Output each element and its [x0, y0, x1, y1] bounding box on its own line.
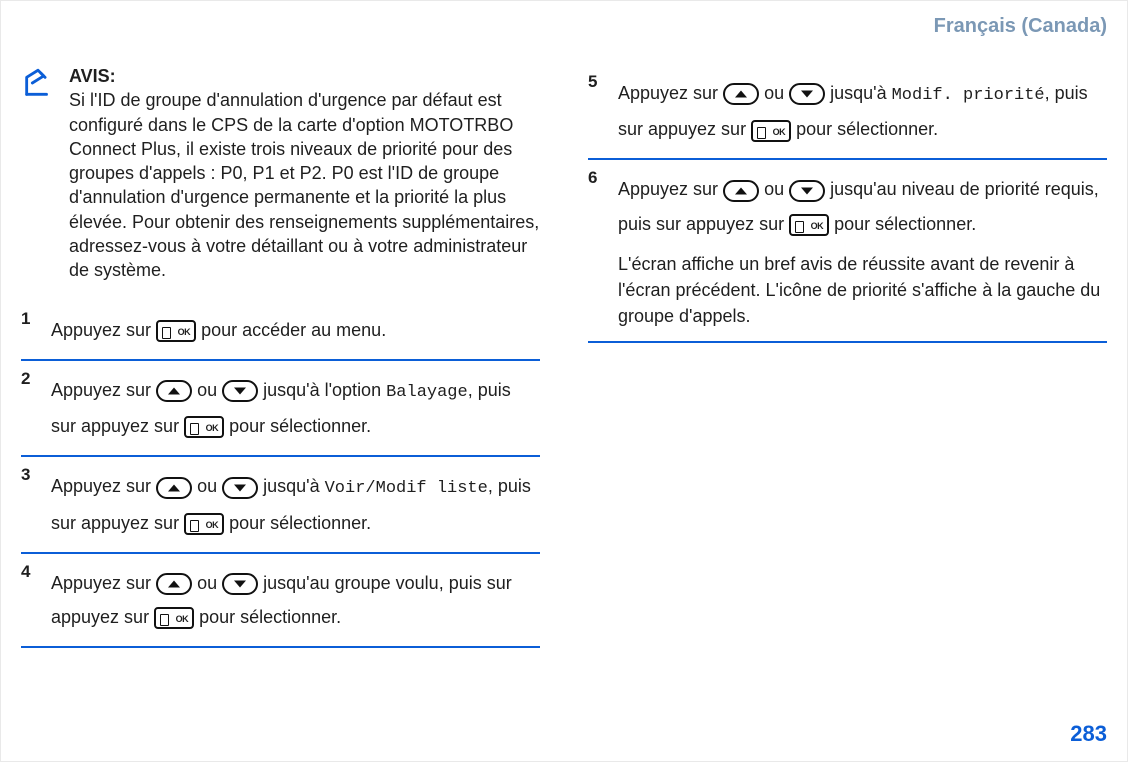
step-text: jusqu'à l'option [263, 380, 386, 400]
notice-body: AVIS: Si l'ID de groupe d'annulation d'u… [69, 64, 540, 283]
step-text: Appuyez sur [618, 179, 723, 199]
step-2: Appuyez sur ou jusqu'à l'option Balayage… [21, 361, 540, 457]
header-locale: Français (Canada) [21, 11, 1107, 52]
arrow-down-icon [789, 180, 825, 202]
menu-option-code: Voir/Modif liste [325, 479, 488, 498]
step-text: jusqu'à [830, 83, 891, 103]
step-text: Appuyez sur [51, 380, 156, 400]
step-text: Appuyez sur [51, 476, 156, 496]
menu-option-code: Balayage [386, 383, 468, 402]
ok-button-icon: OK [156, 320, 196, 342]
menu-option-code: Modif. priorité [892, 86, 1045, 105]
step-text: pour sélectionner. [834, 214, 976, 234]
ok-button-icon: OK [184, 416, 224, 438]
notice-title: AVIS: [69, 66, 116, 86]
arrow-down-icon [789, 83, 825, 105]
edit-note-icon [21, 66, 55, 283]
step-text: ou [764, 179, 789, 199]
ok-button-icon: OK [154, 607, 194, 629]
step-result-text: L'écran affiche un bref avis de réussite… [618, 251, 1107, 329]
step-text: ou [764, 83, 789, 103]
column-right: Appuyez sur ou jusqu'à Modif. priorité, … [588, 64, 1107, 648]
step-text: pour sélectionner. [796, 119, 938, 139]
step-text: pour accéder au menu. [201, 320, 386, 340]
arrow-down-icon [222, 477, 258, 499]
steps-list-left: Appuyez sur OK pour accéder au menu. App… [21, 301, 540, 649]
arrow-up-icon [723, 180, 759, 202]
step-6: Appuyez sur ou jusqu'au niveau de priori… [588, 160, 1107, 343]
two-column-layout: AVIS: Si l'ID de groupe d'annulation d'u… [21, 64, 1107, 648]
notice-text: Si l'ID de groupe d'annulation d'urgence… [69, 90, 539, 280]
arrow-up-icon [156, 380, 192, 402]
arrow-up-icon [723, 83, 759, 105]
step-text: ou [197, 380, 222, 400]
ok-button-icon: OK [789, 214, 829, 236]
step-text: pour sélectionner. [199, 607, 341, 627]
column-left: AVIS: Si l'ID de groupe d'annulation d'u… [21, 64, 540, 648]
step-4: Appuyez sur ou jusqu'au groupe voulu, pu… [21, 554, 540, 648]
step-text: Appuyez sur [51, 573, 156, 593]
step-text: ou [197, 476, 222, 496]
arrow-up-icon [156, 477, 192, 499]
ok-button-icon: OK [751, 120, 791, 142]
step-5: Appuyez sur ou jusqu'à Modif. priorité, … [588, 64, 1107, 160]
steps-list-right: Appuyez sur ou jusqu'à Modif. priorité, … [588, 64, 1107, 343]
step-text: jusqu'à [263, 476, 324, 496]
arrow-down-icon [222, 573, 258, 595]
arrow-up-icon [156, 573, 192, 595]
step-text: Appuyez sur [618, 83, 723, 103]
step-3: Appuyez sur ou jusqu'à Voir/Modif liste,… [21, 457, 540, 553]
step-1: Appuyez sur OK pour accéder au menu. [21, 301, 540, 361]
step-text: pour sélectionner. [229, 416, 371, 436]
arrow-down-icon [222, 380, 258, 402]
document-page: Français (Canada) AVIS: Si l'ID de group… [0, 0, 1128, 762]
step-text: pour sélectionner. [229, 513, 371, 533]
page-number: 283 [1070, 721, 1107, 747]
ok-button-icon: OK [184, 513, 224, 535]
step-text: Appuyez sur [51, 320, 156, 340]
step-text: ou [197, 573, 222, 593]
notice-block: AVIS: Si l'ID de groupe d'annulation d'u… [21, 64, 540, 283]
